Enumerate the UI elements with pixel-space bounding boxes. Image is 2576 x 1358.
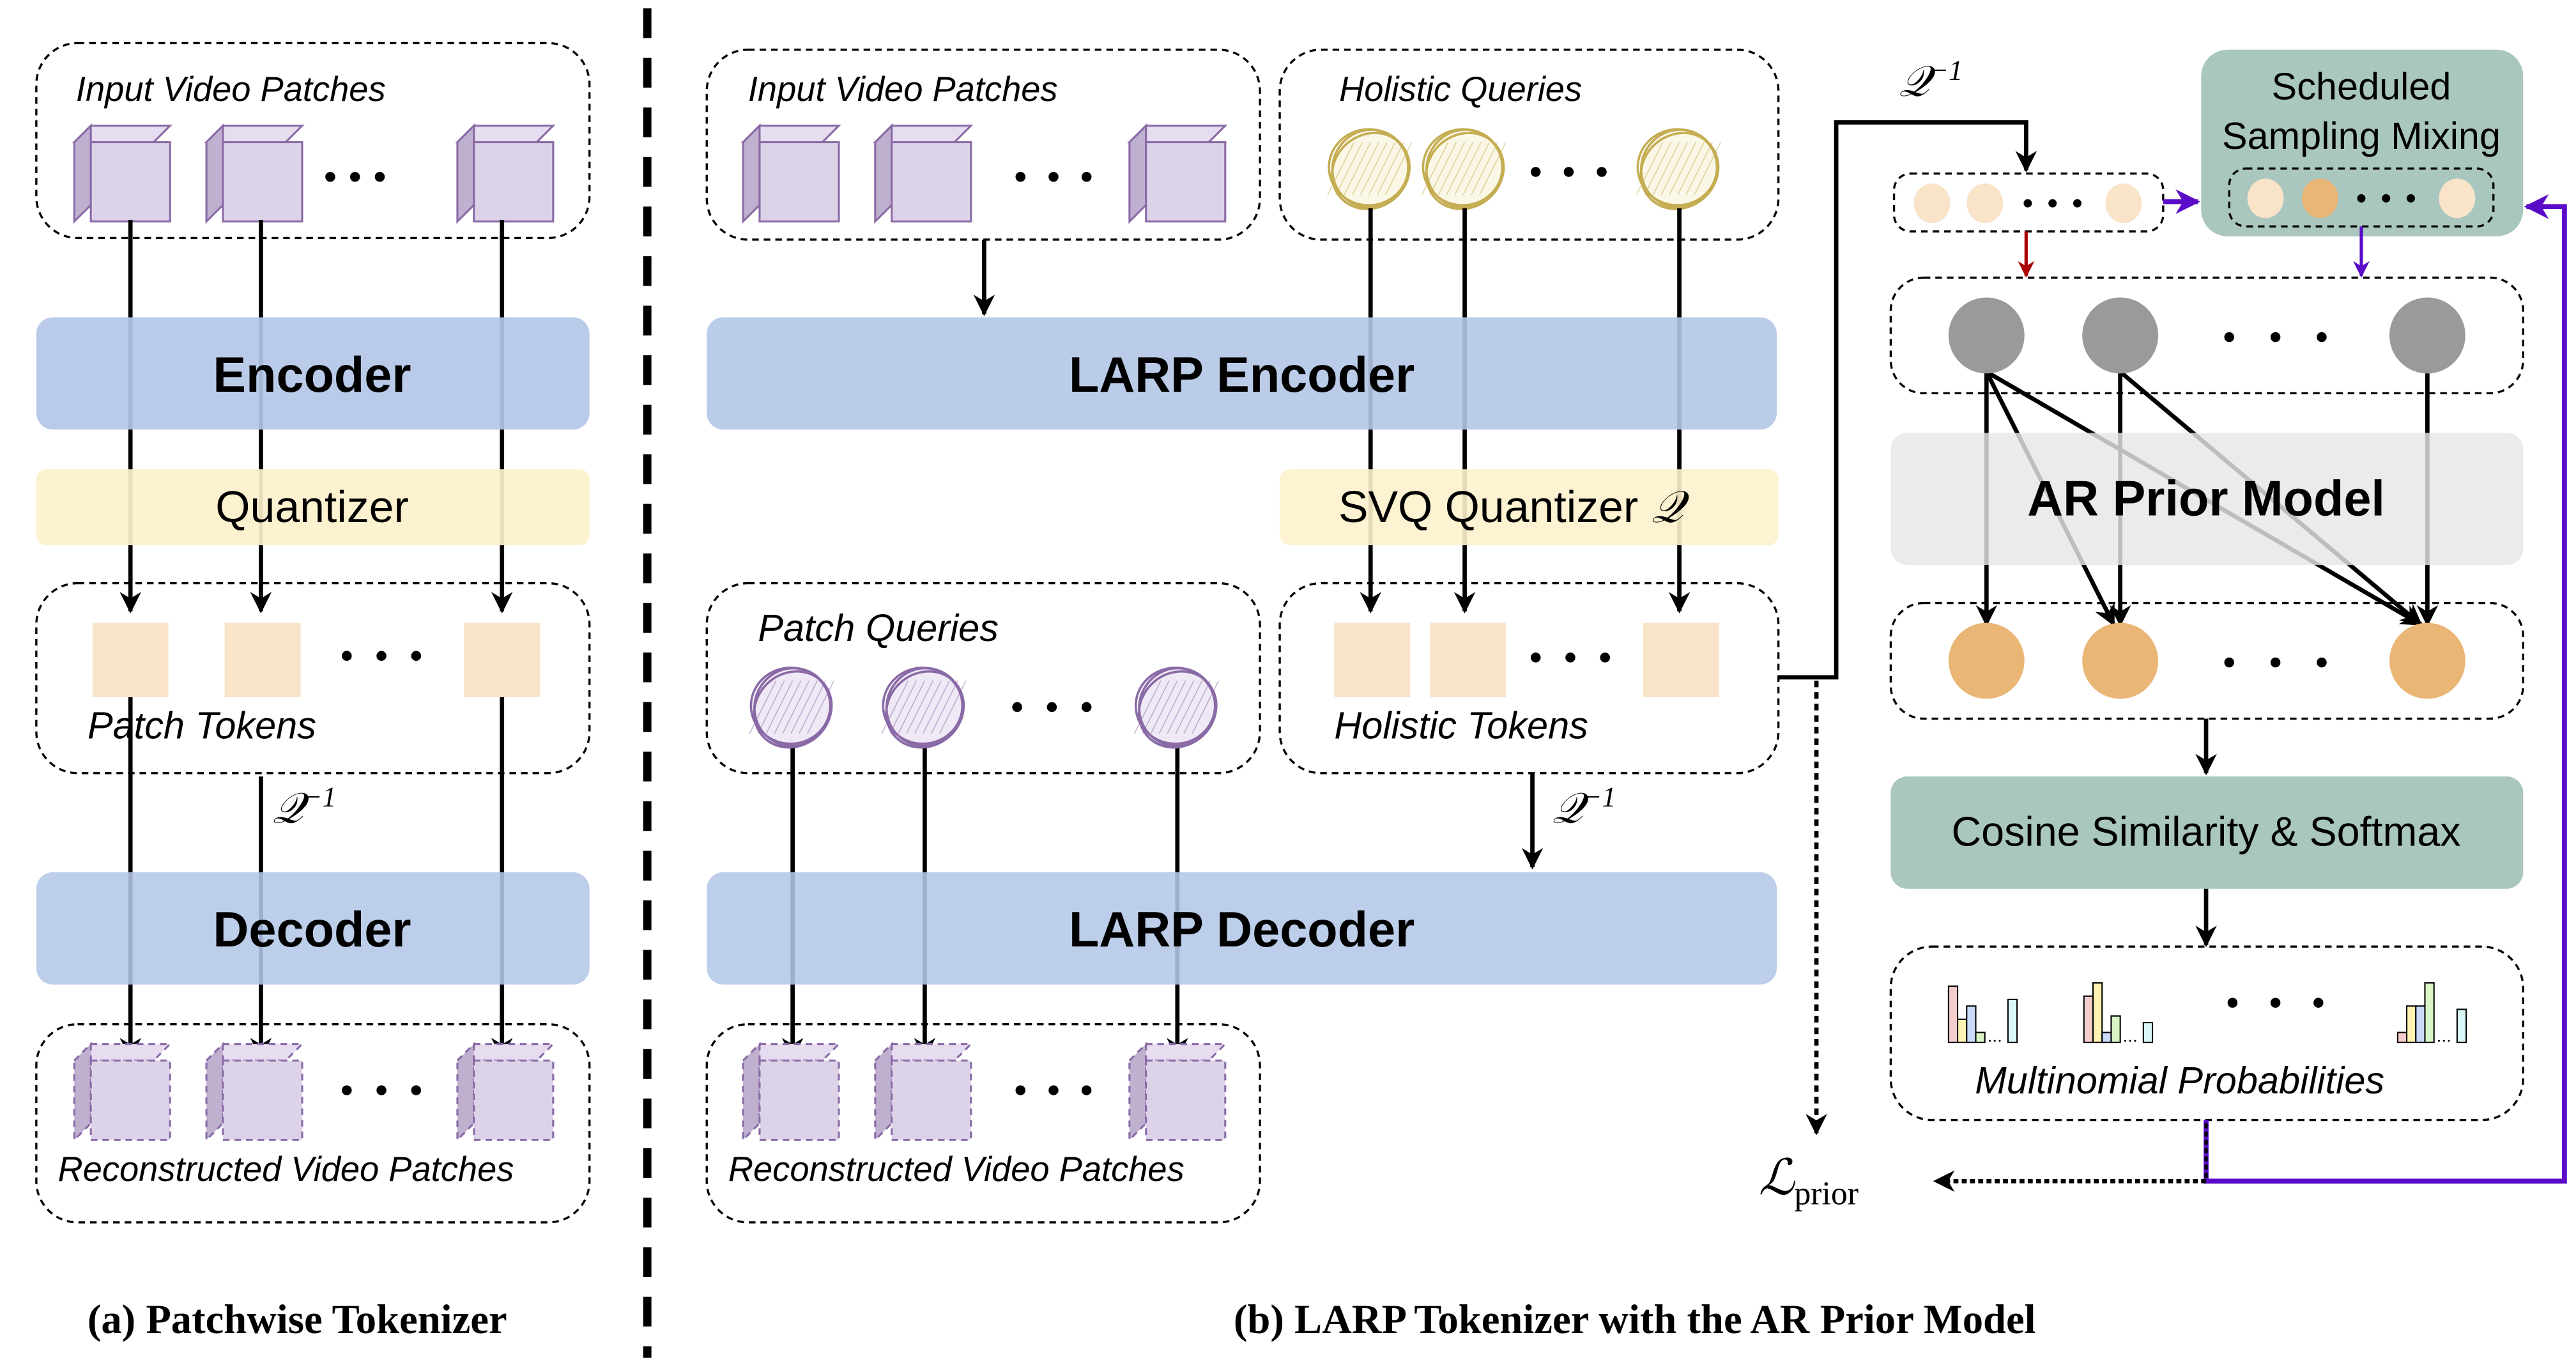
holistic-token xyxy=(1334,622,1411,697)
larp-architecture-diagram: Input Video Patches Encoder Quantizer Pa… xyxy=(35,8,2567,1358)
video-patch-cube xyxy=(204,123,305,224)
caption-b: (b) LARP Tokenizer with the AR Prior Mod… xyxy=(1234,1296,2036,1343)
token-dot xyxy=(2301,178,2338,219)
holistic-queries-label: Holistic Queries xyxy=(1339,70,1582,109)
video-patch-cube xyxy=(455,123,556,224)
holistic-token xyxy=(1643,622,1719,697)
holistic-tokens-label: Holistic Tokens xyxy=(1334,704,1588,747)
patch-token xyxy=(92,622,169,697)
encoder-label: Encoder xyxy=(213,348,411,403)
ar-prior-section: 𝒬−1 Scheduled Sampling Mixing AR Prior M… xyxy=(1759,49,2567,1212)
mixing-label-line2: Sampling Mixing xyxy=(2222,114,2501,157)
ellipsis xyxy=(342,1085,422,1095)
input-label: Input Video Patches xyxy=(76,70,386,109)
reconstructed-label: Reconstructed Video Patches xyxy=(728,1150,1184,1189)
ellipsis xyxy=(1015,172,1092,182)
ellipsis xyxy=(2227,998,2324,1008)
quantizer-label: Quantizer xyxy=(215,482,408,532)
prior-input-node xyxy=(2389,297,2465,374)
cosine-softmax-label: Cosine Similarity & Softmax xyxy=(1951,809,2460,855)
patch-queries-label: Patch Queries xyxy=(758,606,999,649)
multinomial-label: Multinomial Probabilities xyxy=(1975,1059,2384,1102)
patch-tokens-label: Patch Tokens xyxy=(88,704,316,747)
decoder-label: Decoder xyxy=(213,902,411,957)
ellipsis xyxy=(325,172,385,182)
reconstructed-patch-cube xyxy=(1127,1041,1228,1143)
holistic-token xyxy=(1430,622,1506,697)
reconstructed-patch-cube xyxy=(455,1041,556,1143)
larp-decoder-label: LARP Decoder xyxy=(1069,902,1414,957)
inverse-quantizer-label: 𝒬−1 xyxy=(1552,782,1616,833)
inverse-quantizer-label: 𝒬−1 xyxy=(1899,54,1963,105)
token-dot xyxy=(2247,178,2284,219)
mixing-label-line1: Scheduled xyxy=(2272,65,2451,107)
ellipsis xyxy=(2224,332,2327,343)
feedback-arrow xyxy=(2204,194,2567,1184)
prior-output-node xyxy=(2389,622,2465,699)
probability-histograms xyxy=(1947,982,2467,1044)
ellipsis xyxy=(2224,657,2327,668)
svq-quantizer-label: SVQ Quantizer 𝒬 xyxy=(1338,482,1690,532)
reconstructed-patch-cube xyxy=(204,1041,305,1143)
panel-a: Input Video Patches Encoder Quantizer Pa… xyxy=(35,42,591,1343)
video-patch-cube xyxy=(873,123,974,224)
reconstructed-patch-cube xyxy=(72,1041,172,1143)
prior-loss-label: ℒprior xyxy=(1759,1150,1859,1212)
input-label: Input Video Patches xyxy=(748,70,1058,109)
ellipsis xyxy=(342,651,422,661)
prior-input-node xyxy=(1948,297,2025,374)
ellipsis xyxy=(1530,167,1607,177)
reconstructed-patch-cube xyxy=(740,1041,841,1143)
reconstructed-label: Reconstructed Video Patches xyxy=(57,1150,514,1189)
token-dot xyxy=(1966,183,2004,224)
patch-token xyxy=(224,622,301,697)
token-dot xyxy=(1913,183,1951,224)
probability-histogram xyxy=(1947,985,2018,1044)
larp-encoder-label: LARP Encoder xyxy=(1069,348,1414,403)
probability-histogram xyxy=(2083,982,2154,1044)
ellipsis xyxy=(1530,652,1610,663)
reconstructed-patch-cube xyxy=(873,1041,974,1143)
caption-a: (a) Patchwise Tokenizer xyxy=(88,1296,507,1343)
inverse-quantizer-label: 𝒬−1 xyxy=(272,782,336,833)
ellipsis xyxy=(1015,1085,1092,1095)
token-dot xyxy=(2439,178,2476,219)
patch-query xyxy=(1133,667,1220,749)
token-dot xyxy=(2105,183,2142,224)
patch-query xyxy=(749,667,834,749)
probability-histogram xyxy=(2396,982,2467,1044)
prior-input-node xyxy=(2082,297,2159,374)
video-patch-cube xyxy=(740,123,841,224)
ar-prior-model-label: AR Prior Model xyxy=(2027,472,2385,527)
ellipsis xyxy=(1012,702,1092,713)
ellipsis xyxy=(2023,199,2082,208)
video-patch-cube xyxy=(1127,123,1228,224)
patch-query xyxy=(881,667,967,749)
prior-output-node xyxy=(2082,622,2159,699)
video-patch-cube xyxy=(72,123,172,224)
patch-token xyxy=(464,622,540,697)
prior-output-node xyxy=(1948,622,2025,699)
